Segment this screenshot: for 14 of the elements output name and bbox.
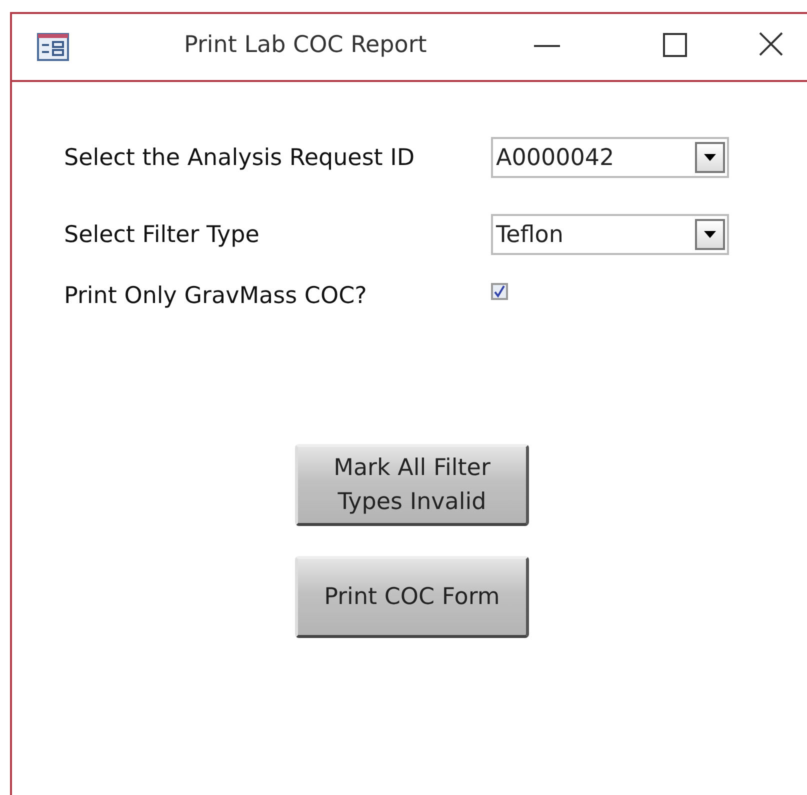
dropdown-field[interactable]: Teflon (491, 214, 729, 255)
dropdown-field[interactable]: A0000042 (491, 137, 729, 178)
maximize-icon[interactable] (660, 30, 690, 60)
dropdown-arrow-icon (704, 154, 716, 161)
dropdown-arrow-icon (704, 231, 716, 238)
close-icon[interactable] (757, 30, 785, 58)
field-label: Select the Analysis Request ID (64, 144, 416, 170)
form-icon (37, 31, 69, 63)
action-button[interactable]: Print COC Form (295, 556, 529, 638)
window-title: Print Lab COC Report (184, 32, 427, 58)
action-button[interactable]: Mark All Filter Types Invalid (295, 444, 529, 526)
checkbox[interactable] (491, 283, 508, 300)
field-label: Select Filter Type (64, 222, 260, 248)
field-label: Print Only GravMass COC? (64, 283, 368, 309)
